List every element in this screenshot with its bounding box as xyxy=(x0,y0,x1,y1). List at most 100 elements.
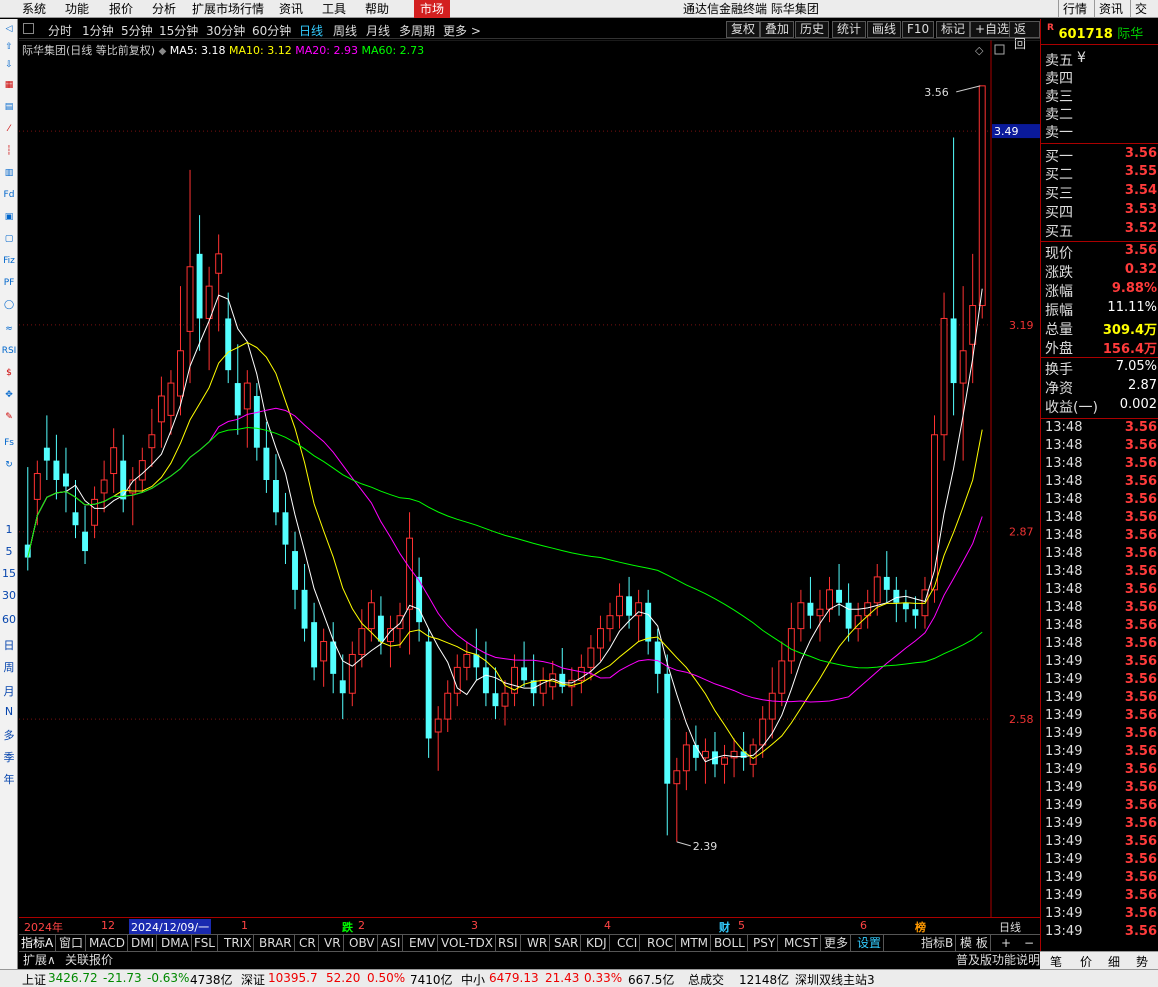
candle-chart-icon[interactable]: ┆ xyxy=(1,143,17,159)
pf-icon[interactable]: PF xyxy=(1,275,17,291)
candle-body-up[interactable] xyxy=(320,641,328,662)
candle-body-down[interactable] xyxy=(654,641,661,674)
candle-body-down[interactable] xyxy=(253,396,260,448)
candle-body-down[interactable] xyxy=(339,680,346,694)
period-30[interactable]: 30 xyxy=(0,589,18,602)
candle-body-up[interactable] xyxy=(177,350,184,397)
candle-body-down[interactable] xyxy=(301,589,308,629)
candle-body-up[interactable] xyxy=(682,744,690,772)
candle-body-up[interactable] xyxy=(138,460,146,481)
period-1[interactable]: 1 xyxy=(0,523,18,536)
candle-body-down[interactable] xyxy=(902,602,909,610)
expand-button[interactable]: 扩展∧ xyxy=(23,952,56,968)
event-marker-finance[interactable]: 财 xyxy=(719,919,730,935)
candle-body-up[interactable] xyxy=(110,447,118,475)
draw-button[interactable]: 画线 xyxy=(867,21,902,38)
period-month[interactable]: 月 xyxy=(0,683,18,699)
up-arrow-icon[interactable]: ⇧ xyxy=(1,39,17,55)
candle-body-up[interactable] xyxy=(778,660,786,694)
menu-system[interactable]: 系统 xyxy=(22,0,46,18)
candle-body-up[interactable] xyxy=(978,85,986,307)
menu-help[interactable]: 帮助 xyxy=(365,0,389,18)
candle-body-down[interactable] xyxy=(53,460,60,480)
tab-trades[interactable]: 笔 xyxy=(1050,953,1062,970)
sell2-row[interactable]: 卖二 xyxy=(1045,104,1158,123)
period-day[interactable]: 日 xyxy=(0,637,18,653)
candle-body-down[interactable] xyxy=(377,615,384,642)
candle-body-up[interactable] xyxy=(759,718,767,746)
legend-chevron-icon[interactable]: ◆ xyxy=(159,46,167,57)
period-tab-60min[interactable]: 60分钟 xyxy=(252,22,291,39)
diamond-icon[interactable]: ◇ xyxy=(975,44,984,57)
candle-body-up[interactable] xyxy=(358,628,366,655)
period-tab-15min[interactable]: 15分钟 xyxy=(159,22,198,39)
quote-table-icon[interactable]: ▦ xyxy=(1,77,17,93)
candle-body-up[interactable] xyxy=(33,473,41,500)
candle-body-up[interactable] xyxy=(501,692,509,707)
indicator-settings[interactable]: 设置 xyxy=(855,935,885,951)
tab-trend[interactable]: 势 xyxy=(1136,953,1148,970)
period-60[interactable]: 60 xyxy=(0,613,18,626)
indicator-trix[interactable]: TRIX xyxy=(222,935,255,951)
period-year[interactable]: 年 xyxy=(0,771,18,787)
indicator-mtm[interactable]: MTM xyxy=(678,935,712,951)
stock-code[interactable]: 601718 xyxy=(1058,27,1112,42)
menu-right-quote[interactable]: 行情 xyxy=(1058,0,1091,18)
candle-body-down[interactable] xyxy=(912,609,919,616)
candle-body-up[interactable] xyxy=(587,647,595,668)
server-site[interactable]: 深圳双线主站3 xyxy=(795,971,875,987)
candle-body-down[interactable] xyxy=(425,641,432,739)
candle-body-up[interactable] xyxy=(768,692,776,720)
indicator-roc[interactable]: ROC xyxy=(645,935,677,951)
candle-body-up[interactable] xyxy=(596,628,604,649)
move-icon[interactable]: ✥ xyxy=(1,387,17,403)
grid-icon[interactable]: ▤ xyxy=(1,99,17,115)
candle-body-down[interactable] xyxy=(62,473,69,487)
candle-body-up[interactable] xyxy=(673,770,681,785)
candle-body-up[interactable] xyxy=(348,653,356,694)
indicator-a-tab[interactable]: 指标A xyxy=(19,935,57,951)
candle-body-down[interactable] xyxy=(43,447,50,461)
indicator-asi[interactable]: ASI xyxy=(379,935,404,951)
indicator-dma[interactable]: DMA xyxy=(159,935,192,951)
indicator-emv[interactable]: EMV xyxy=(407,935,439,951)
menu-right-trade[interactable]: 交易 xyxy=(1130,0,1158,34)
candle-body-up[interactable] xyxy=(167,382,175,416)
candle-body-up[interactable] xyxy=(444,692,452,720)
indicator-obv[interactable]: OBV xyxy=(347,935,378,951)
indicator-b-tab[interactable]: 指标B xyxy=(919,935,957,951)
indicator-kdj[interactable]: KDJ xyxy=(584,935,610,951)
candle-body-down[interactable] xyxy=(836,589,843,603)
menu-quote[interactable]: 报价 xyxy=(109,0,133,18)
candle-body-up[interactable] xyxy=(969,305,977,345)
candle-body-down[interactable] xyxy=(664,673,671,784)
sz-index-name[interactable]: 深证 xyxy=(241,971,265,987)
candle-body-up[interactable] xyxy=(931,434,938,591)
period-tab-month[interactable]: 月线 xyxy=(366,22,390,39)
page-icon[interactable]: ▢ xyxy=(1,231,17,247)
circle-icon[interactable]: ◯ xyxy=(1,297,17,313)
candle-body-up[interactable] xyxy=(873,576,881,604)
add-watchlist-button[interactable]: +自选 xyxy=(970,21,1015,38)
fiz-icon[interactable]: Fiz xyxy=(1,253,17,269)
candle-body-up[interactable] xyxy=(396,615,404,630)
candle-body-up[interactable] xyxy=(721,757,728,765)
candle-body-up[interactable] xyxy=(367,602,375,630)
candle-body-down[interactable] xyxy=(626,596,633,616)
pane-maximize-icon[interactable] xyxy=(994,44,1005,55)
period-n[interactable]: N xyxy=(0,705,18,718)
period-tab-multi[interactable]: 多周期 xyxy=(399,22,435,39)
indicator-fsl[interactable]: FSL xyxy=(192,935,218,951)
back-icon[interactable]: ◁ xyxy=(1,21,17,37)
candle-body-up[interactable] xyxy=(157,395,165,423)
sh-index-name[interactable]: 上证 xyxy=(22,971,46,987)
candle-body-up[interactable] xyxy=(826,589,833,610)
buy3-row[interactable]: 买三 3.54 xyxy=(1045,183,1158,202)
candle-body-down[interactable] xyxy=(645,602,652,642)
mark-button[interactable]: 标记 xyxy=(936,21,971,38)
line-chart-icon[interactable]: ⁄ xyxy=(1,121,17,137)
buy1-row[interactable]: 买一 3.56 xyxy=(1045,146,1158,165)
indicator-more[interactable]: 更多 xyxy=(822,935,852,951)
tab-detail[interactable]: 细 xyxy=(1108,953,1120,970)
candle-body-down[interactable] xyxy=(521,667,528,681)
